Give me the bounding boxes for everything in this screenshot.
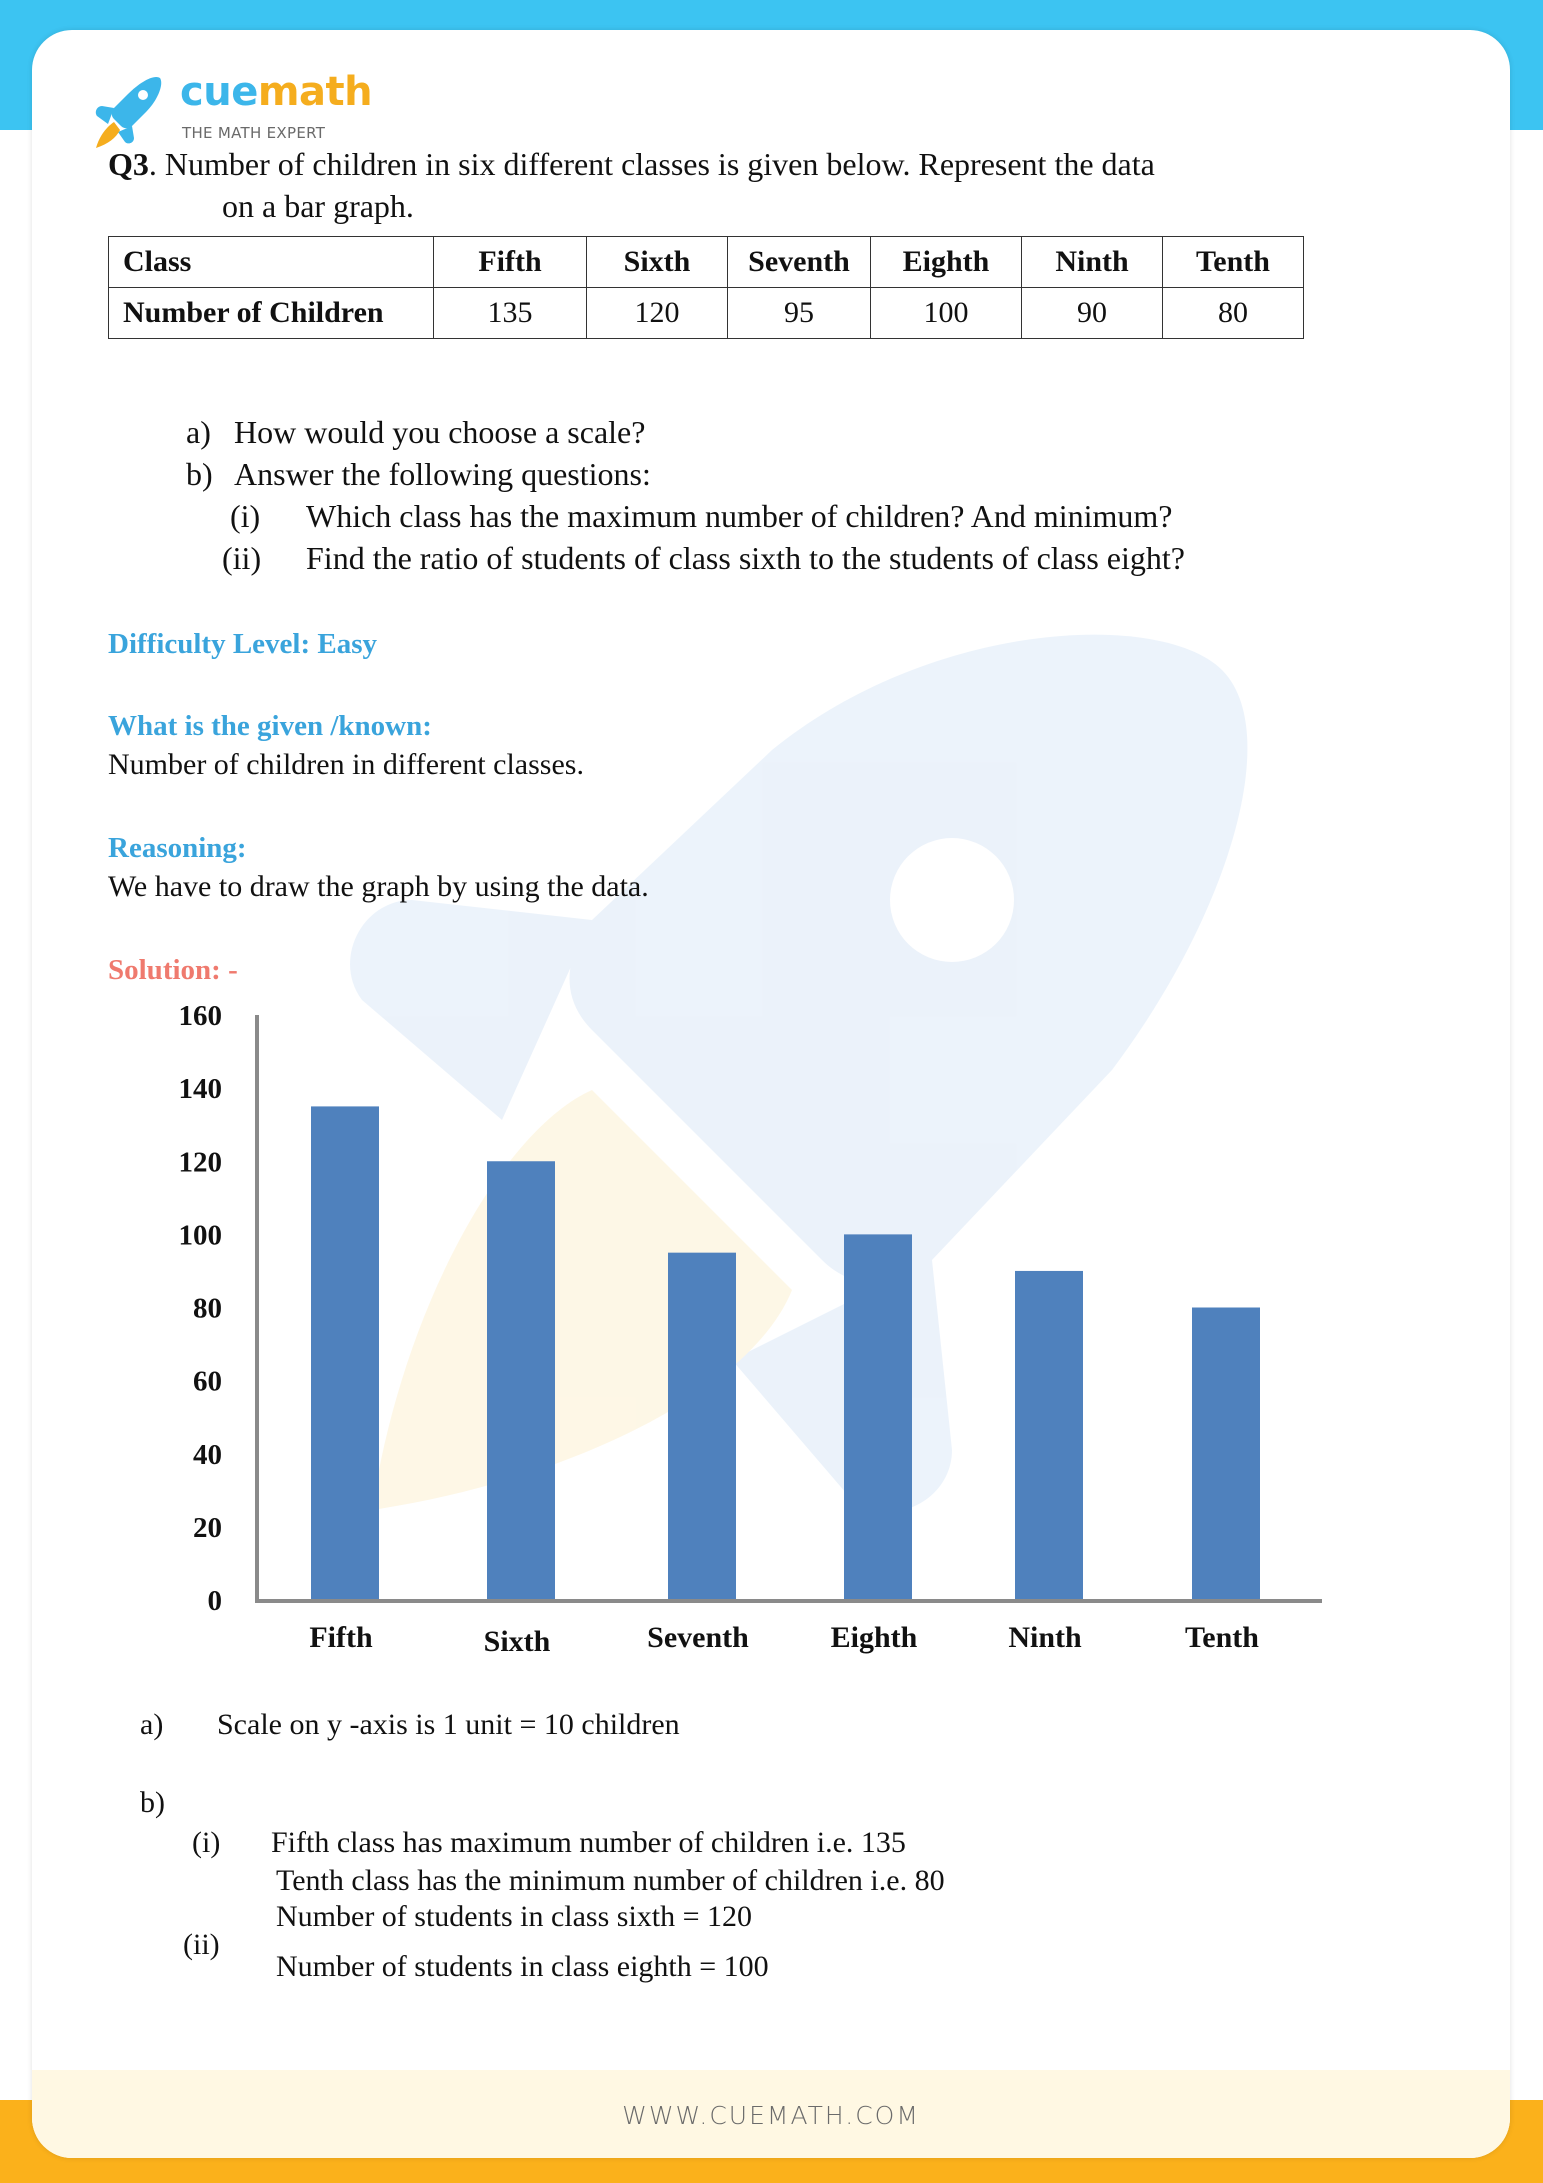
answer-a-text: Scale on y -axis is 1 unit = 10 children [217,1708,680,1741]
x-tick-label: Tenth [1185,1621,1259,1654]
x-tick-label: Ninth [1008,1621,1082,1654]
y-tick-label: 160 [179,1000,223,1032]
y-tick-label: 80 [193,1293,222,1325]
bar-eighth [844,1234,912,1600]
answer-ii-line2: Number of students in class eighth = 100 [276,1950,769,1983]
y-tick-label: 20 [193,1512,222,1544]
answer-i-marker: (i) [192,1826,221,1859]
y-tick-label: 0 [208,1585,223,1617]
answer-a-marker: a) [140,1708,164,1741]
bar-fifth [311,1106,379,1600]
x-tick-label: Fifth [309,1621,373,1654]
bars [311,1106,1260,1600]
answer-ii-marker: (ii) [183,1928,220,1961]
answer-ii-line1: Number of students in class sixth = 120 [276,1900,753,1933]
answer-i-line2: Tenth class has the minimum number of ch… [276,1864,945,1897]
x-axis-labels: Fifth Sixth Seventh Eighth Ninth Tenth [309,1621,1259,1658]
y-tick-label: 40 [193,1439,222,1471]
x-tick-label: Eighth [831,1621,918,1654]
worksheet-content: Q3. Number of children in six different … [0,0,1543,2183]
bar-ninth [1015,1270,1083,1600]
bar-tenth [1192,1307,1260,1600]
bar-seventh [668,1252,736,1600]
y-axis-ticks: 0 20 40 60 80 100 120 140 160 [179,1000,223,1617]
answer-b-marker: b) [140,1786,165,1819]
x-tick-label: Sixth [484,1625,551,1658]
y-tick-label: 60 [193,1366,222,1398]
y-tick-label: 100 [179,1219,223,1251]
answer-i-line1: Fifth class has maximum number of childr… [271,1826,906,1859]
bar-chart: 0 20 40 60 80 100 120 140 160 Fifth Sixth Seventh E… [179,1000,1322,1658]
y-tick-label: 140 [179,1073,223,1105]
bar-sixth [487,1161,555,1600]
x-tick-label: Seventh [647,1621,749,1654]
y-tick-label: 120 [179,1146,223,1178]
